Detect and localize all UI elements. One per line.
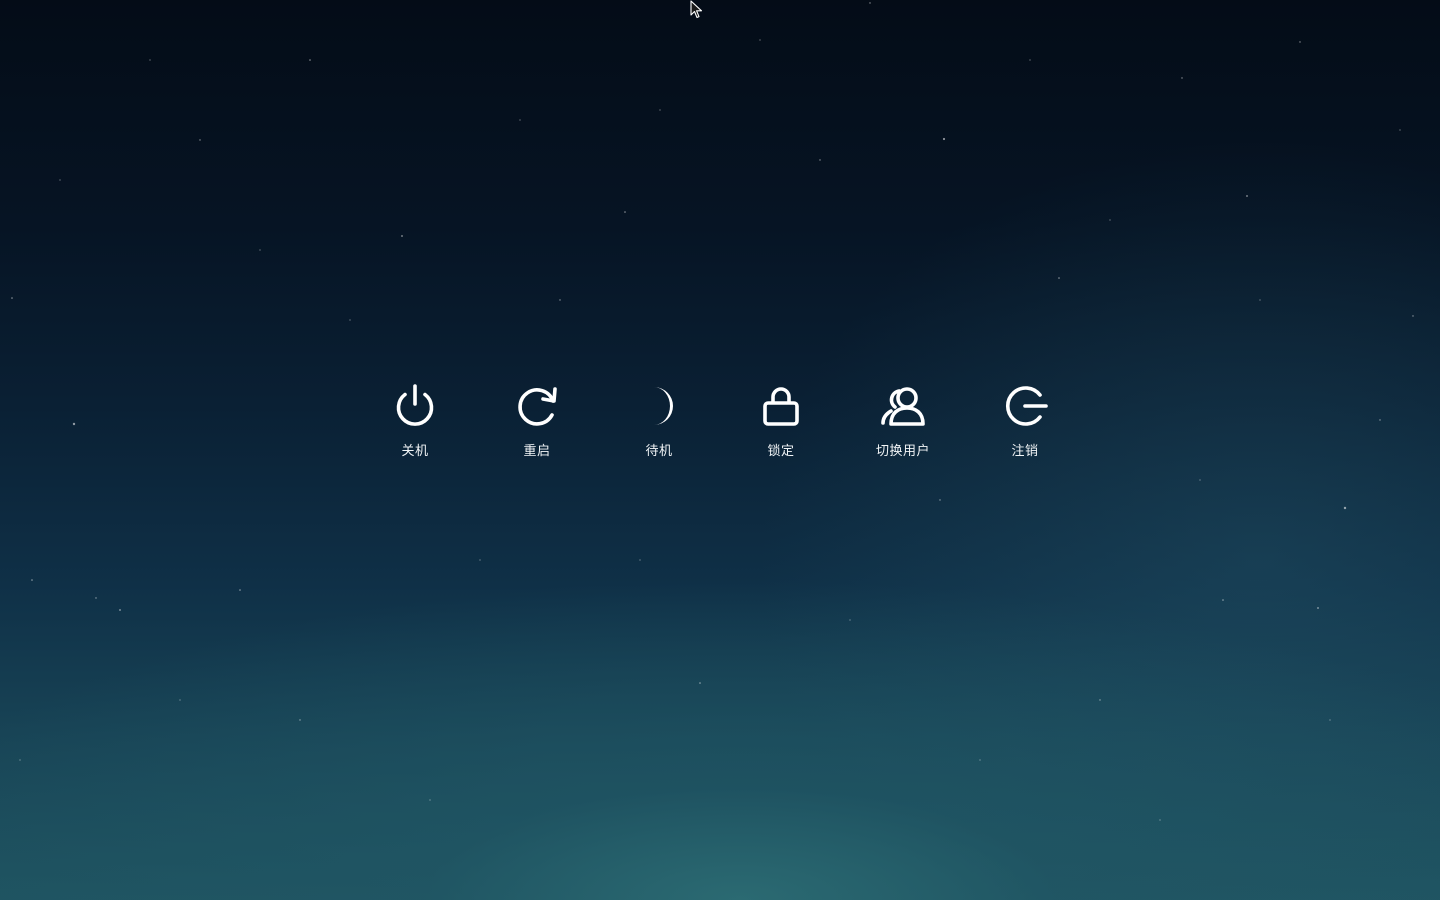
moon-icon — [635, 380, 683, 432]
shutdown-label: 关机 — [401, 444, 429, 459]
restart-button[interactable]: 重启 — [482, 380, 592, 470]
logout-button[interactable]: 注销 — [970, 380, 1080, 470]
restart-icon — [513, 380, 561, 432]
switch-user-icon — [879, 380, 927, 432]
mouse-pointer-icon — [690, 0, 703, 19]
lock-label: 锁定 — [767, 444, 795, 459]
lock-button[interactable]: 锁定 — [726, 380, 836, 470]
logout-label: 注销 — [1011, 444, 1039, 459]
lock-icon — [757, 380, 805, 432]
shutdown-button[interactable]: 关机 — [360, 380, 470, 470]
suspend-button[interactable]: 待机 — [604, 380, 714, 470]
restart-label: 重启 — [523, 444, 551, 459]
power-menu: 关机 重启 待机 锁定 切换用户 注销 — [0, 380, 1440, 470]
switch-user-button[interactable]: 切换用户 — [848, 380, 958, 470]
switch-user-label: 切换用户 — [875, 444, 930, 459]
suspend-label: 待机 — [645, 444, 673, 459]
logout-icon — [1001, 380, 1049, 432]
power-icon — [391, 380, 439, 432]
